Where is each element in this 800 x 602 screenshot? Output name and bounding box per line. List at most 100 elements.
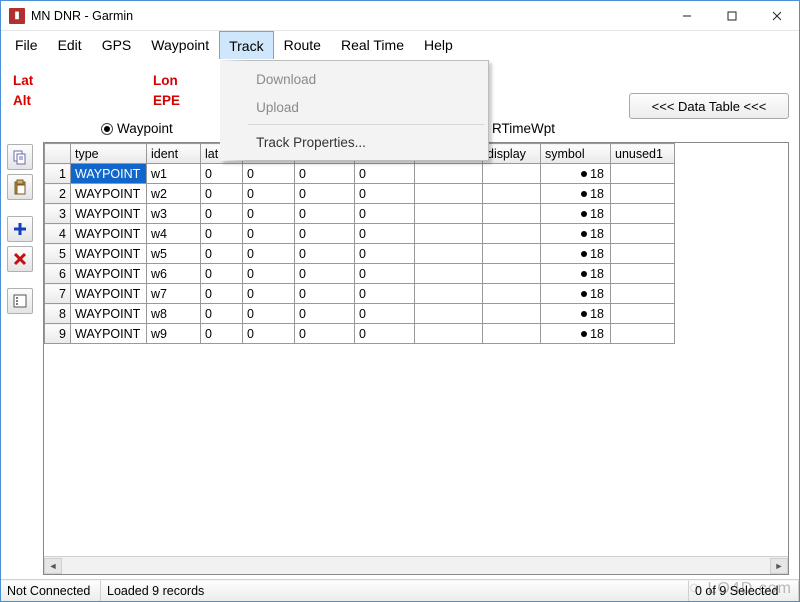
menu-track-upload[interactable]: Upload bbox=[248, 93, 488, 121]
radio-rtimewpt[interactable]: RTimeWpt bbox=[476, 121, 601, 136]
cell-symbol[interactable]: 18 bbox=[541, 244, 611, 264]
cell-unused1[interactable] bbox=[611, 204, 675, 224]
cell-unused1[interactable] bbox=[611, 244, 675, 264]
cell-ident[interactable]: w6 bbox=[147, 264, 201, 284]
cell-symbol[interactable]: 18 bbox=[541, 264, 611, 284]
horizontal-scrollbar[interactable]: ◄ ► bbox=[44, 556, 788, 574]
table-row[interactable]: 4WAYPOINTw40000 18 bbox=[45, 224, 675, 244]
cell-comment[interactable] bbox=[415, 304, 483, 324]
cell-display[interactable] bbox=[483, 264, 541, 284]
scroll-left-button[interactable]: ◄ bbox=[44, 558, 62, 574]
cell-long[interactable]: 0 bbox=[243, 264, 295, 284]
cell-unused1[interactable] bbox=[611, 164, 675, 184]
menu-gps[interactable]: GPS bbox=[92, 31, 142, 59]
menu-file[interactable]: File bbox=[5, 31, 48, 59]
grid-table[interactable]: typeidentlatlongy_projx_projcommentdispl… bbox=[44, 143, 675, 344]
cell-display[interactable] bbox=[483, 224, 541, 244]
cell-symbol[interactable]: 18 bbox=[541, 184, 611, 204]
cell-display[interactable] bbox=[483, 184, 541, 204]
cell-symbol[interactable]: 18 bbox=[541, 324, 611, 344]
cell-comment[interactable] bbox=[415, 224, 483, 244]
cell-lat[interactable]: 0 bbox=[201, 244, 243, 264]
cell-lat[interactable]: 0 bbox=[201, 224, 243, 244]
cell-type[interactable]: WAYPOINT bbox=[71, 324, 147, 344]
cell-long[interactable]: 0 bbox=[243, 244, 295, 264]
cell-type[interactable]: WAYPOINT bbox=[71, 204, 147, 224]
cell-y_proj[interactable]: 0 bbox=[295, 324, 355, 344]
cell-y_proj[interactable]: 0 bbox=[295, 244, 355, 264]
copy-button[interactable] bbox=[7, 144, 33, 170]
row-header[interactable]: 3 bbox=[45, 204, 71, 224]
cell-symbol[interactable]: 18 bbox=[541, 304, 611, 324]
cell-y_proj[interactable]: 0 bbox=[295, 284, 355, 304]
table-row[interactable]: 9WAYPOINTw90000 18 bbox=[45, 324, 675, 344]
cell-ident[interactable]: w3 bbox=[147, 204, 201, 224]
cell-long[interactable]: 0 bbox=[243, 224, 295, 244]
detail-button[interactable] bbox=[7, 288, 33, 314]
cell-x_proj[interactable]: 0 bbox=[355, 184, 415, 204]
cell-x_proj[interactable]: 0 bbox=[355, 284, 415, 304]
cell-comment[interactable] bbox=[415, 244, 483, 264]
cell-type[interactable]: WAYPOINT bbox=[71, 264, 147, 284]
cell-comment[interactable] bbox=[415, 184, 483, 204]
row-header[interactable]: 6 bbox=[45, 264, 71, 284]
cell-lat[interactable]: 0 bbox=[201, 204, 243, 224]
cell-comment[interactable] bbox=[415, 324, 483, 344]
cell-display[interactable] bbox=[483, 204, 541, 224]
cell-long[interactable]: 0 bbox=[243, 304, 295, 324]
cell-symbol[interactable]: 18 bbox=[541, 224, 611, 244]
cell-comment[interactable] bbox=[415, 164, 483, 184]
table-row[interactable]: 6WAYPOINTw60000 18 bbox=[45, 264, 675, 284]
cell-unused1[interactable] bbox=[611, 284, 675, 304]
cell-ident[interactable]: w4 bbox=[147, 224, 201, 244]
cell-x_proj[interactable]: 0 bbox=[355, 224, 415, 244]
menu-waypoint[interactable]: Waypoint bbox=[141, 31, 219, 59]
row-header[interactable]: 4 bbox=[45, 224, 71, 244]
column-header-type[interactable]: type bbox=[71, 144, 147, 164]
cell-lat[interactable]: 0 bbox=[201, 164, 243, 184]
row-header[interactable]: 2 bbox=[45, 184, 71, 204]
table-row[interactable]: 5WAYPOINTw50000 18 bbox=[45, 244, 675, 264]
close-button[interactable] bbox=[754, 1, 799, 31]
cell-lat[interactable]: 0 bbox=[201, 184, 243, 204]
row-header[interactable]: 8 bbox=[45, 304, 71, 324]
radio-waypoint[interactable]: Waypoint bbox=[101, 121, 226, 136]
cell-y_proj[interactable]: 0 bbox=[295, 184, 355, 204]
delete-button[interactable] bbox=[7, 246, 33, 272]
cell-ident[interactable]: w7 bbox=[147, 284, 201, 304]
cell-type[interactable]: WAYPOINT bbox=[71, 284, 147, 304]
cell-display[interactable] bbox=[483, 244, 541, 264]
menu-realtime[interactable]: Real Time bbox=[331, 31, 414, 59]
row-header[interactable]: 5 bbox=[45, 244, 71, 264]
table-row[interactable]: 3WAYPOINTw30000 18 bbox=[45, 204, 675, 224]
cell-ident[interactable]: w9 bbox=[147, 324, 201, 344]
minimize-button[interactable] bbox=[664, 1, 709, 31]
cell-symbol[interactable]: 18 bbox=[541, 164, 611, 184]
row-header[interactable]: 7 bbox=[45, 284, 71, 304]
cell-comment[interactable] bbox=[415, 204, 483, 224]
menu-track-download[interactable]: Download bbox=[248, 65, 488, 93]
cell-type[interactable]: WAYPOINT bbox=[71, 304, 147, 324]
table-row[interactable]: 2WAYPOINTw20000 18 bbox=[45, 184, 675, 204]
cell-ident[interactable]: w2 bbox=[147, 184, 201, 204]
cell-display[interactable] bbox=[483, 284, 541, 304]
cell-y_proj[interactable]: 0 bbox=[295, 304, 355, 324]
add-button[interactable] bbox=[7, 216, 33, 242]
menu-edit[interactable]: Edit bbox=[48, 31, 92, 59]
cell-comment[interactable] bbox=[415, 284, 483, 304]
cell-x_proj[interactable]: 0 bbox=[355, 324, 415, 344]
cell-y_proj[interactable]: 0 bbox=[295, 204, 355, 224]
cell-x_proj[interactable]: 0 bbox=[355, 244, 415, 264]
menu-route[interactable]: Route bbox=[274, 31, 331, 59]
cell-lat[interactable]: 0 bbox=[201, 284, 243, 304]
cell-long[interactable]: 0 bbox=[243, 324, 295, 344]
cell-unused1[interactable] bbox=[611, 324, 675, 344]
cell-type[interactable]: WAYPOINT bbox=[71, 184, 147, 204]
table-row[interactable]: 8WAYPOINTw80000 18 bbox=[45, 304, 675, 324]
cell-y_proj[interactable]: 0 bbox=[295, 164, 355, 184]
cell-display[interactable] bbox=[483, 324, 541, 344]
cell-type[interactable]: WAYPOINT bbox=[71, 224, 147, 244]
maximize-button[interactable] bbox=[709, 1, 754, 31]
cell-unused1[interactable] bbox=[611, 304, 675, 324]
row-header[interactable]: 1 bbox=[45, 164, 71, 184]
